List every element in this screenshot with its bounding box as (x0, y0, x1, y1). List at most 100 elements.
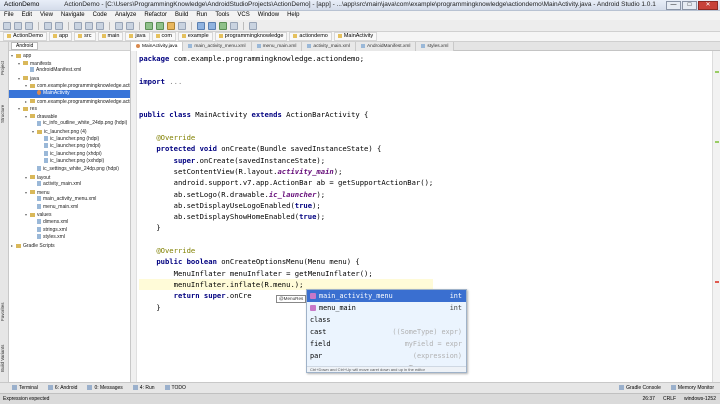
copy-icon[interactable] (85, 21, 93, 30)
editor-tab[interactable]: activity_main.xml (302, 42, 356, 51)
menu-item-view[interactable]: View (40, 11, 53, 20)
tree-item[interactable]: ▾ menu (9, 189, 130, 197)
maximize-button[interactable]: □ (682, 1, 697, 10)
completion-item[interactable]: par (expression) (307, 350, 466, 362)
code-line[interactable]: @Override (139, 132, 433, 143)
attach-debugger-icon[interactable] (178, 21, 186, 30)
save-icon[interactable] (14, 21, 22, 30)
bottom-tool-right-1[interactable]: Memory Monitor (671, 385, 714, 391)
editor-tab[interactable]: menu_main.xml (251, 42, 303, 51)
tree-item[interactable]: ic_settings_white_24dp.png (hdpi) (9, 166, 130, 174)
menu-item-vcs[interactable]: VCS (237, 11, 249, 20)
code-line[interactable] (139, 234, 433, 245)
menu-item-run[interactable]: Run (196, 11, 207, 20)
minimize-button[interactable]: — (666, 1, 681, 10)
sync-icon[interactable] (25, 21, 33, 30)
code-line[interactable] (139, 121, 433, 132)
project-view-select[interactable]: Android (11, 42, 39, 50)
sdk-manager-icon[interactable] (219, 21, 227, 30)
tree-item[interactable]: ▾ drawable (9, 113, 130, 121)
build-variants-tool-tab[interactable]: Build Variants (0, 336, 9, 380)
menu-item-refactor[interactable]: Refactor (144, 11, 167, 20)
menu-item-code[interactable]: Code (93, 11, 107, 20)
structure-tool-tab[interactable]: Structure (0, 94, 9, 134)
help-icon[interactable] (249, 21, 257, 30)
editor-scrollbar[interactable] (712, 51, 720, 382)
tree-item[interactable]: activity_main.xml (9, 181, 130, 189)
cursor-position[interactable]: 26:37 (642, 394, 655, 404)
bottom-tool-1[interactable]: 6: Android (48, 385, 78, 391)
completion-item[interactable]: menu_main int (307, 302, 466, 314)
tree-item[interactable]: AndroidManifest.xml (9, 67, 130, 75)
tree-item[interactable]: ▾ layout (9, 174, 130, 182)
code-line[interactable]: public class MainActivity extends Action… (139, 109, 433, 120)
code-line[interactable] (139, 87, 433, 98)
breadcrumb-item[interactable]: app (48, 32, 73, 41)
menu-item-tools[interactable]: Tools (215, 11, 229, 20)
code-line[interactable]: ab.setDisplayShowHomeEnabled(true); (139, 211, 433, 222)
code-line[interactable]: setContentView(R.layout.activity_main); (139, 166, 433, 177)
tree-item[interactable]: ▾ res (9, 105, 130, 113)
project-tool-tab[interactable]: Project (0, 48, 9, 88)
debug-icon[interactable] (167, 21, 175, 30)
scroll-marker[interactable] (715, 71, 719, 73)
tree-item[interactable]: MainActivity (9, 89, 130, 98)
breadcrumb-item[interactable]: actiondemo (289, 32, 332, 41)
breadcrumb-item[interactable]: ActionDemo (3, 32, 47, 41)
code-line[interactable]: public boolean onCreateOptionsMenu(Menu … (139, 256, 433, 267)
breadcrumb-item[interactable]: com (151, 32, 176, 41)
monitor-icon[interactable] (230, 21, 238, 30)
tree-item[interactable]: ▾com.example.programmingknowledge.action… (9, 82, 130, 90)
code-line[interactable]: MenuInflater menuInflater = getMenuInfla… (139, 268, 433, 279)
run-icon[interactable] (156, 21, 164, 30)
completion-item[interactable]: main_activity_menu int (307, 290, 466, 302)
breadcrumb-item[interactable]: main (97, 32, 124, 41)
code-line[interactable] (139, 64, 433, 75)
completion-item[interactable]: cast ((SomeType) expr) (307, 326, 466, 338)
completion-item[interactable]: field myField = expr (307, 338, 466, 350)
code-line[interactable]: package com.example.programmingknowledge… (139, 53, 433, 64)
avd-manager-icon[interactable] (208, 21, 216, 30)
sync-gradle-icon[interactable] (197, 21, 205, 30)
editor-tab[interactable]: AndroidManifest.xml (355, 42, 417, 51)
tree-item[interactable]: ▾ manifests (9, 60, 130, 68)
close-button[interactable]: ✕ (698, 1, 718, 10)
make-project-icon[interactable] (145, 21, 153, 30)
tree-item[interactable]: strings.xml (9, 227, 130, 235)
menu-item-help[interactable]: Help (287, 11, 299, 20)
redo-icon[interactable] (55, 21, 63, 30)
file-encoding[interactable]: windows-1252 (684, 394, 716, 404)
menu-item-analyze[interactable]: Analyze (115, 11, 136, 20)
cut-icon[interactable] (74, 21, 82, 30)
breadcrumb-item[interactable]: java (125, 32, 150, 41)
code-content[interactable]: package com.example.programmingknowledge… (139, 53, 434, 313)
code-line[interactable] (139, 98, 433, 109)
tree-item[interactable]: ▸ Gradle Scripts (9, 242, 130, 250)
code-line[interactable]: } (139, 222, 433, 233)
menu-item-navigate[interactable]: Navigate (61, 11, 85, 20)
breadcrumb-item[interactable]: example (177, 32, 213, 41)
tree-item[interactable]: ▾ java (9, 75, 130, 83)
tree-item[interactable]: ▸com.example.programmingknowledge.action… (9, 98, 130, 106)
breadcrumb-item[interactable]: MainActivity (333, 32, 378, 41)
tree-item[interactable]: ic_info_outline_white_24dp.png (hdpi) (9, 120, 130, 128)
code-line[interactable]: import ... (139, 76, 433, 87)
code-line[interactable]: ab.setLogo(R.drawable.ic_launcher); (139, 189, 433, 200)
code-line[interactable]: super.onCreate(savedInstanceState); (139, 155, 433, 166)
tree-item[interactable]: ▾ ic_launcher.png (4) (9, 128, 130, 136)
tree-item[interactable]: menu_main.xml (9, 204, 130, 212)
replace-icon[interactable] (126, 21, 134, 30)
code-line[interactable]: android.support.v7.app.ActionBar ab = ge… (139, 177, 434, 188)
bottom-tool-4[interactable]: TODO (165, 385, 186, 391)
undo-icon[interactable] (44, 21, 52, 30)
line-separator[interactable]: CRLF (663, 394, 676, 404)
tree-item[interactable]: ▾ app (9, 52, 130, 60)
menu-item-build[interactable]: Build (175, 11, 188, 20)
tree-item[interactable]: main_activity_menu.xml (9, 196, 130, 204)
scroll-marker[interactable] (715, 141, 719, 143)
editor-tab[interactable]: styles.xml (416, 42, 455, 51)
menu-item-edit[interactable]: Edit (22, 11, 32, 20)
editor-tab[interactable]: MainActivity.java (131, 42, 184, 51)
breadcrumb-item[interactable]: programmingknowledge (214, 32, 288, 41)
code-line[interactable]: ab.setDisplayUseLogoEnabled(true); (139, 200, 433, 211)
